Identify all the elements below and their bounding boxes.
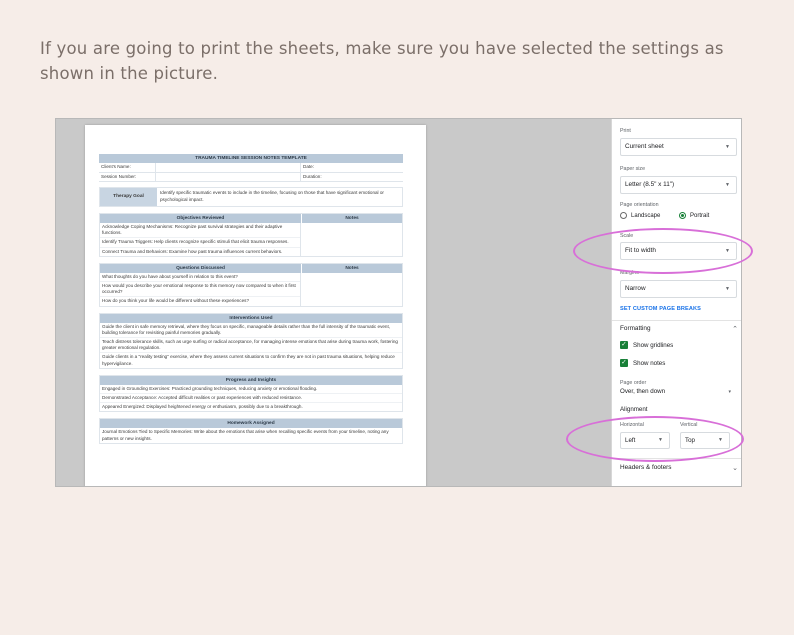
caret-down-icon: ▼ [725, 182, 730, 188]
show-gridlines-label: Show gridlines [633, 341, 674, 349]
list-item: Guide the client in safe memory retrieva… [100, 323, 402, 339]
vertical-label: Vertical [680, 422, 698, 428]
caret-down-icon: ▼ [725, 144, 730, 150]
list-item: Identify Trauma Triggers: Help clients r… [100, 238, 300, 248]
print-label: Print [620, 128, 631, 134]
margins-value: Narrow [625, 285, 646, 292]
margins-label: Margins [620, 270, 639, 276]
list-item: Demonstrated Acceptance: Accepted diffic… [100, 394, 402, 404]
objectives-header: Objectives Reviewed [176, 216, 225, 221]
session-label: Session Number: [99, 172, 156, 181]
divider [612, 320, 741, 321]
radio-unchecked-icon [620, 212, 627, 219]
duration-label: Duration: [303, 173, 322, 179]
progress-header: Progress and Insights [100, 375, 402, 385]
landscape-radio[interactable]: Landscape [620, 212, 660, 219]
session-notes-document: TRAUMA TIMELINE SESSION NOTES TEMPLATE C… [99, 154, 403, 444]
list-item: Engaged in Grounding Exercises: Practice… [100, 385, 402, 395]
objectives-notes-cell [301, 223, 402, 256]
portrait-label: Portrait [690, 212, 710, 219]
paper-size-select[interactable]: Letter (8.5" x 11") ▼ [620, 176, 737, 194]
chevron-up-icon: ⌃ [732, 326, 738, 333]
margins-select[interactable]: Narrow ▼ [620, 280, 737, 298]
list-item: Connect Trauma and Behaviors: Examine ho… [102, 248, 283, 254]
caret-down-icon: ▼ [725, 248, 730, 254]
objectives-section: Objectives Reviewed Notes Acknowledge Co… [99, 213, 403, 257]
questions-notes-cell [301, 273, 402, 306]
vertical-align-value: Top [685, 437, 695, 444]
caret-down-icon: ▼ [718, 437, 723, 443]
list-item: Teach distress tolerance skills, such as… [100, 338, 402, 354]
list-item: How do you think your life would be diff… [102, 298, 250, 304]
chevron-down-icon: ⌄ [732, 465, 738, 472]
show-gridlines-checkbox[interactable]: ✓ Show gridlines [620, 341, 673, 349]
list-item: Appeared Energized: Displayed heightened… [102, 404, 303, 410]
headers-footers-section-header[interactable]: Headers & footers ⌄ [620, 464, 738, 472]
page-order-value: Over, then down [620, 388, 666, 395]
scale-label: Scale [620, 233, 634, 239]
page-order-select[interactable]: Over, then down ▾ [620, 388, 737, 395]
progress-section: Progress and Insights Engaged in Groundi… [99, 374, 403, 413]
questions-header: Questions Discussed [176, 265, 225, 271]
document-title: TRAUMA TIMELINE SESSION NOTES TEMPLATE [99, 154, 403, 163]
list-item: Journal Emotions Tied to Specific Memori… [102, 429, 389, 441]
instruction-text: If you are going to print the sheets, ma… [40, 39, 724, 83]
print-select[interactable]: Current sheet ▼ [620, 138, 737, 156]
horizontal-align-select[interactable]: Left ▼ [620, 432, 670, 449]
checkbox-checked-icon: ✓ [620, 359, 628, 367]
list-item: What thoughts do you have about yourself… [100, 273, 300, 283]
date-label: Date: [303, 164, 314, 169]
print-preview-page: TRAUMA TIMELINE SESSION NOTES TEMPLATE C… [85, 125, 426, 486]
client-label: Client's Name: [99, 163, 156, 172]
list-item: Guide clients in a "reality testing" exe… [102, 354, 395, 366]
show-notes-label: Show notes [633, 359, 666, 367]
scale-select[interactable]: Fit to width ▼ [620, 242, 737, 260]
radio-checked-icon [679, 212, 686, 219]
scale-value: Fit to width [625, 247, 656, 254]
formatting-label: Formatting [620, 325, 651, 332]
session-value [156, 172, 301, 181]
headers-footers-label: Headers & footers [620, 464, 672, 471]
client-row: Client's Name: Date: [99, 163, 403, 173]
client-value [156, 163, 301, 172]
questions-section: Questions Discussed Notes What thoughts … [99, 262, 403, 307]
therapy-goal-label: Therapy Goal [100, 188, 157, 206]
caret-down-icon: ▾ [728, 389, 731, 395]
caret-down-icon: ▼ [725, 286, 730, 292]
therapy-goal-block: Therapy Goal Identify specific traumatic… [99, 187, 403, 207]
custom-page-breaks-link[interactable]: SET CUSTOM PAGE BREAKS [620, 306, 701, 312]
print-settings-screenshot: TRAUMA TIMELINE SESSION NOTES TEMPLATE C… [55, 118, 742, 487]
horizontal-label: Horizontal [620, 422, 644, 428]
alignment-label: Alignment [620, 406, 648, 413]
orientation-label: Page orientation [620, 202, 659, 208]
caret-down-icon: ▼ [658, 437, 663, 443]
objectives-notes-header: Notes [301, 214, 402, 223]
horizontal-align-value: Left [625, 437, 636, 444]
interventions-header: Interventions Used [100, 313, 402, 323]
session-row: Session Number: Duration: [99, 172, 403, 182]
landscape-label: Landscape [631, 212, 661, 219]
divider [612, 458, 741, 459]
paper-size-label: Paper size [620, 166, 646, 172]
paper-size-value: Letter (8.5" x 11") [625, 181, 675, 188]
formatting-section-header[interactable]: Formatting ⌃ [620, 325, 738, 333]
print-settings-panel: Print Current sheet ▼ Paper size Letter … [611, 119, 741, 486]
vertical-align-select[interactable]: Top ▼ [680, 432, 730, 449]
print-select-value: Current sheet [625, 143, 664, 150]
homework-header: Homework Assigned [100, 419, 402, 429]
checkbox-checked-icon: ✓ [620, 341, 628, 349]
homework-section: Homework Assigned Journal Emotions Tied … [99, 418, 403, 444]
portrait-radio[interactable]: Portrait [679, 212, 709, 219]
list-item: Acknowledge Coping Mechanisms: Recognize… [100, 223, 300, 239]
show-notes-checkbox[interactable]: ✓ Show notes [620, 359, 665, 367]
therapy-goal-text: Identify specific traumatic events to in… [160, 190, 384, 202]
list-item: How would you describe your emotional re… [100, 282, 300, 298]
questions-notes-header: Notes [301, 263, 402, 273]
interventions-section: Interventions Used Guide the client in s… [99, 312, 403, 369]
page-order-label: Page order [620, 380, 647, 386]
